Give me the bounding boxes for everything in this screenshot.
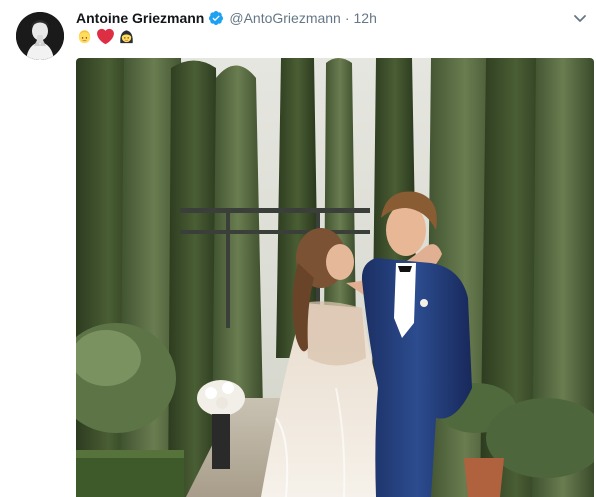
woman-emoji (118, 28, 135, 45)
chevron-down-icon[interactable] (572, 10, 588, 26)
tweet-header: Antoine Griezmann @AntoGriezmann · 12h (76, 8, 377, 28)
author-name[interactable]: Antoine Griezmann (76, 8, 204, 28)
author-handle[interactable]: @AntoGriezmann (229, 8, 340, 28)
tweet-timestamp[interactable]: 12h (354, 8, 377, 28)
tweet: Antoine Griezmann @AntoGriezmann · 12h (0, 0, 596, 497)
tweet-text (76, 28, 135, 45)
wedding-photo (76, 58, 594, 497)
verified-badge-icon (208, 10, 224, 26)
avatar-image (16, 12, 64, 60)
tweet-photo[interactable] (76, 58, 594, 497)
blond-person-emoji (76, 28, 93, 45)
separator-dot: · (344, 10, 350, 26)
red-heart-emoji (97, 28, 114, 45)
avatar[interactable] (16, 12, 64, 60)
